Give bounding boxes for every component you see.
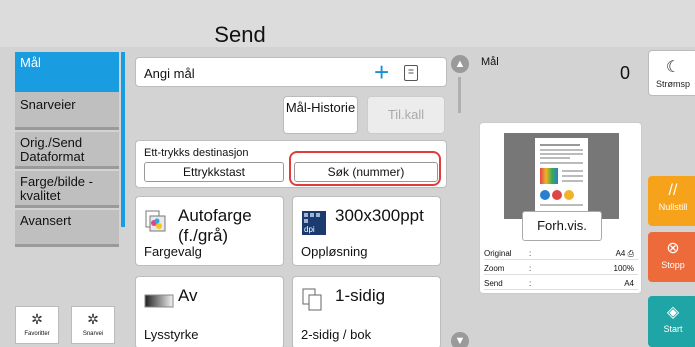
info-row-send: Send: A4 [484,279,638,290]
left-scroll-indicator [121,52,125,227]
shortcut-button[interactable]: ✲ Snarvei [71,306,115,344]
destination-history-button[interactable]: Mål-Historie [283,96,358,134]
duplex-value: 1-sidig [335,286,386,305]
address-book-icon[interactable]: ≣ [404,65,418,81]
density-icon [144,291,174,309]
density-tile[interactable]: Av Lysstyrke [135,276,284,347]
info-row-zoom: Zoom: 100% [484,264,638,275]
resolution-label: Oppløsning [301,244,368,259]
energy-saver-button[interactable]: ☾ Strømsp [648,50,695,96]
destination-list-title: Mål [481,56,499,68]
one-touch-label: Ett-trykks destinasjon [144,147,249,159]
tab-destination[interactable]: Mål [15,52,119,92]
plus-icon[interactable]: + [374,58,389,86]
resolution-value: 300x300ppt [335,206,424,225]
start-icon: ◈ [666,304,680,321]
moon-icon: ☾ [665,59,681,76]
reset-button[interactable]: // Nullstill [648,176,695,226]
destination-label: Angi mål [144,66,195,81]
start-button[interactable]: ◈ Start [648,296,695,347]
reset-icon: // [668,182,678,199]
resolution-tile[interactable]: dpi 300x300ppt Oppløsning [292,196,441,266]
dpi-badge: dpi [304,225,315,234]
tab-shortcuts[interactable]: Snarveier [15,92,119,130]
info-row-original: Original: A4 ⎙ [484,249,638,260]
preview-button[interactable]: Forh.vis. [522,211,602,241]
search-highlight [289,151,441,186]
color-palette-icon [145,210,167,232]
duplex-label: 2-sidig / bok [301,327,372,342]
page-title: Send [214,22,266,47]
gear-icon: ✲ [31,311,43,327]
preview-panel: Forh.vis. Original: A4 ⎙ Zoom: 100% Send… [479,122,642,294]
color-selection-tile[interactable]: Autofarge (f./grå) Fargevalg [135,196,284,266]
density-label: Lysstyrke [144,327,199,342]
stop-button[interactable]: ⊗ Stopp [648,232,695,282]
duplex-tile[interactable]: 1-sidig 2-sidig / bok [292,276,441,347]
destination-count: 0 [620,63,631,83]
scroll-track[interactable] [458,77,461,113]
tab-color-quality[interactable]: Farge/bilde -kvalitet [15,171,119,208]
favorites-label: Favoritter [24,331,50,337]
color-selection-label: Fargevalg [144,244,202,259]
resolution-icon: dpi [301,210,327,236]
duplex-icon [302,288,324,312]
destination-entry[interactable]: Angi mål + ≣ [135,57,447,87]
shortcut-label: Snarvei [82,331,104,337]
tab-advanced[interactable]: Avansert [15,210,119,247]
preview-thumbnail [504,133,619,219]
scroll-up-button[interactable]: ▲ [451,55,469,73]
scroll-down-button[interactable]: ▼ [451,332,469,347]
stop-icon: ⊗ [666,240,680,257]
document-thumbnail [535,138,588,212]
recall-button[interactable]: Til.kall [367,96,445,134]
tab-send-format[interactable]: Orig./Send Dataformat [15,132,119,169]
one-touch-key-button[interactable]: Ettrykkstast [144,162,284,182]
favorites-button[interactable]: ✲ Favoritter [15,306,59,344]
color-mode-value: Autofarge (f./grå) [178,206,252,245]
gear-icon: ✲ [87,311,99,327]
density-value: Av [178,286,198,305]
